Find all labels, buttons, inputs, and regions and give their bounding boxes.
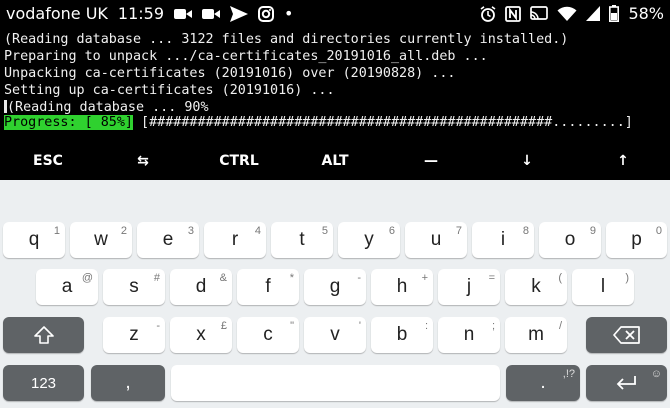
key-a[interactable]: a @: [36, 269, 98, 305]
key-d[interactable]: d &: [170, 269, 232, 305]
shift-icon: [3, 317, 84, 353]
battery-level: 58%: [628, 4, 664, 23]
soft-keyboard: q1 w2 e3 r4 t5 y6 u7 i8 o9 p0 a @ s # d & f…: [0, 180, 670, 408]
key-n[interactable]: n;: [438, 317, 500, 353]
key-k[interactable]: k(: [505, 269, 567, 305]
wifi-icon: [557, 6, 577, 22]
key-l[interactable]: l): [572, 269, 634, 305]
alt-key[interactable]: ALT: [297, 142, 373, 180]
up-arrow-key[interactable]: ↑: [585, 142, 661, 180]
key-u[interactable]: u7: [405, 222, 467, 258]
key-f[interactable]: f *: [237, 269, 299, 305]
enter-key[interactable]: ☺: [586, 365, 667, 401]
terminal-line-text: (Reading database ... 90%: [7, 100, 209, 115]
terminal-line: Preparing to unpack .../ca-certificates_…: [4, 49, 488, 64]
dot-icon: •: [284, 4, 294, 23]
key-w[interactable]: w2: [70, 222, 132, 258]
key-h[interactable]: h +: [371, 269, 433, 305]
space-key[interactable]: [171, 365, 500, 401]
cast-icon: [530, 6, 549, 21]
progress-label: Progress: [ 85%]: [4, 115, 133, 130]
battery-icon: [609, 5, 620, 22]
video-camera-icon: [202, 7, 221, 21]
key-c[interactable]: c ": [237, 317, 299, 353]
carrier-label: vodafone UK: [6, 4, 108, 23]
progress-line: Progress: [ 85%] [######################…: [4, 114, 633, 131]
key-m[interactable]: m /: [505, 317, 567, 353]
key-b[interactable]: b:: [371, 317, 433, 353]
shift-key[interactable]: [3, 317, 84, 353]
signal-icon: [586, 6, 601, 21]
backspace-key[interactable]: [586, 317, 667, 353]
terminal-line: (Reading database ... 3122 files and dir…: [4, 32, 569, 47]
esc-key[interactable]: ESC: [10, 142, 86, 180]
key-e[interactable]: e3: [137, 222, 199, 258]
key-r[interactable]: r4: [204, 222, 266, 258]
down-arrow-key[interactable]: ↓: [489, 142, 565, 180]
progress-bar: [#######################################…: [133, 115, 633, 130]
symbols-key[interactable]: 123: [3, 365, 84, 401]
terminal-line: Unpacking ca-certificates (20191016) ove…: [4, 66, 456, 81]
key-j[interactable]: j =: [438, 269, 500, 305]
screen: vodafone UK 11:59 • 58% (Reading databas…: [0, 0, 670, 408]
emoji-icon: ☺: [650, 368, 662, 380]
status-bar: vodafone UK 11:59 • 58%: [0, 0, 670, 30]
terminal-output[interactable]: (Reading database ... 3122 files and dir…: [0, 30, 670, 142]
key-y[interactable]: y6: [338, 222, 400, 258]
period-key[interactable]: .,!?: [506, 365, 580, 401]
tab-key[interactable]: ⇆: [105, 142, 181, 180]
dash-key[interactable]: —: [393, 142, 469, 180]
key-x[interactable]: x £: [170, 317, 232, 353]
key-t[interactable]: t5: [271, 222, 333, 258]
send-icon: [230, 5, 249, 22]
key-p[interactable]: p0: [606, 222, 667, 258]
alarm-icon: [480, 5, 496, 22]
key-i[interactable]: i8: [472, 222, 534, 258]
backspace-icon: [586, 317, 667, 353]
key-s[interactable]: s #: [103, 269, 165, 305]
key-o[interactable]: o9: [539, 222, 601, 258]
ctrl-key[interactable]: CTRL: [201, 142, 277, 180]
comma-key[interactable]: ,: [91, 365, 165, 401]
nfc-icon: [505, 5, 522, 22]
key-v[interactable]: v ': [304, 317, 366, 353]
key-z[interactable]: z-: [103, 317, 165, 353]
key-g[interactable]: g-: [304, 269, 366, 305]
video-camera-icon: [174, 7, 193, 21]
key-q[interactable]: q1: [3, 222, 65, 258]
extra-keys-row: ESC ⇆ CTRL ALT — ↓ ↑: [0, 142, 670, 180]
instagram-icon: [258, 5, 275, 22]
terminal-line: Setting up ca-certificates (20191016) ..…: [4, 83, 335, 98]
clock: 11:59: [117, 4, 165, 23]
